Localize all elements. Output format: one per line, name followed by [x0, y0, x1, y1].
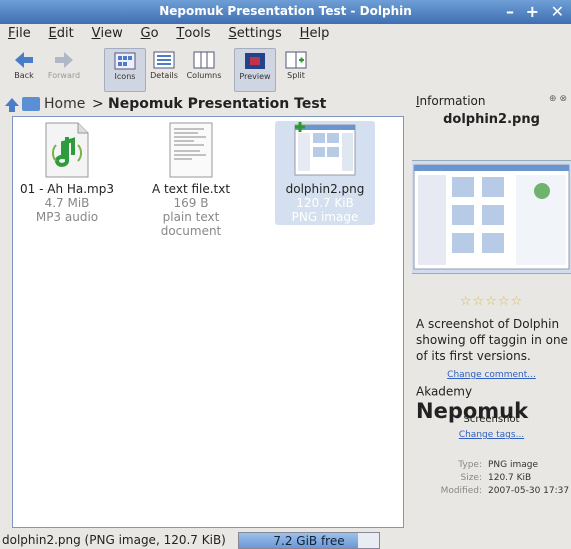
details-view-icon — [153, 51, 175, 69]
image-thumbnail-icon — [294, 122, 356, 176]
breadcrumb-home[interactable]: Home — [44, 96, 85, 112]
back-button[interactable]: Back — [4, 48, 44, 90]
image-preview — [412, 160, 571, 274]
file-name: 01 - Ah Ha.mp3 — [20, 182, 114, 196]
info-filename: dolphin2.png — [443, 112, 540, 127]
file-type: PNG image — [291, 210, 359, 224]
status-bar: dolphin2.png (PNG image, 120.7 KiB) 7.2 … — [0, 530, 571, 549]
change-comment-link[interactable]: Change comment... — [412, 370, 571, 380]
up-arrow-icon[interactable] — [4, 97, 20, 113]
file-view[interactable]: 01 - Ah Ha.mp3 4.7 MiB MP3 audio A text … — [12, 116, 404, 528]
split-button[interactable]: Split — [276, 48, 316, 90]
back-arrow-icon — [15, 52, 33, 68]
file-name: A text file.txt — [151, 182, 231, 196]
file-size: 4.7 MiB — [44, 196, 90, 210]
menu-go[interactable]: Go — [141, 26, 159, 41]
split-view-icon — [285, 51, 307, 69]
information-panel: Information ⊕ ⊗ dolphin2.png ☆☆☆☆☆ A scr… — [412, 94, 571, 534]
forward-button[interactable]: Forward — [44, 48, 84, 90]
home-folder-icon[interactable] — [22, 97, 40, 111]
file-type: plain text — [162, 210, 220, 224]
text-file-icon — [169, 122, 213, 178]
details-view-button[interactable]: Details — [144, 48, 184, 90]
file-name: dolphin2.png — [285, 182, 365, 196]
menu-bar: File Edit View Go Tools Settings Help — [0, 26, 335, 46]
info-panel-title: Information — [416, 94, 486, 108]
icons-view-button[interactable]: Icons — [104, 48, 146, 92]
close-icon[interactable]: ⊗ — [559, 94, 567, 104]
float-icon[interactable]: ⊕ — [549, 94, 557, 104]
breadcrumb-separator: > — [92, 96, 104, 112]
file-item-txt[interactable]: A text file.txt 169 B plain text documen… — [141, 121, 241, 238]
forward-arrow-icon — [55, 52, 73, 68]
menu-tools[interactable]: Tools — [176, 26, 210, 41]
panel-controls[interactable]: ⊕ ⊗ — [549, 94, 567, 104]
menu-edit[interactable]: Edit — [49, 26, 74, 41]
preview-button[interactable]: Preview — [234, 48, 276, 92]
prop-modified: Modified: 2007-05-30 17:37 — [440, 486, 570, 496]
change-tags-link[interactable]: Change tags... — [412, 430, 571, 440]
preview-image — [413, 164, 570, 270]
columns-view-icon — [193, 51, 215, 69]
menu-view[interactable]: View — [92, 26, 123, 41]
free-space-bar: 7.2 GiB free — [238, 532, 380, 549]
prop-type: Type: PNG image — [458, 460, 539, 470]
file-item-png[interactable]: dolphin2.png 120.7 KiB PNG image — [275, 121, 375, 225]
tag-akademy[interactable]: Akademy — [416, 385, 472, 399]
file-type: MP3 audio — [35, 210, 99, 224]
icons-view-icon — [114, 52, 136, 70]
columns-view-button[interactable]: Columns — [184, 48, 224, 90]
status-text: dolphin2.png (PNG image, 120.7 KiB) — [2, 533, 226, 547]
breadcrumb-current[interactable]: Nepomuk Presentation Test — [108, 96, 326, 112]
title-bar: Nepomuk Presentation Test - Dolphin – + … — [0, 0, 571, 24]
toolbar: Back Forward Icons Details Columns Previ… — [0, 48, 571, 92]
preview-icon — [245, 53, 265, 69]
file-comment: A screenshot of Dolphin showing off tagg… — [416, 317, 568, 363]
audio-file-icon — [45, 122, 89, 178]
file-properties: Type: PNG image Size: 120.7 KiB Modified: 2… — [412, 460, 571, 496]
window-controls[interactable]: – + ✕ — [506, 2, 567, 21]
rating-stars[interactable]: ☆☆☆☆☆ — [412, 294, 571, 309]
file-size: 120.7 KiB — [296, 196, 354, 210]
window-title: Nepomuk Presentation Test - Dolphin — [159, 4, 412, 18]
menu-file[interactable]: File — [8, 26, 31, 41]
file-type-continued: document — [160, 224, 222, 238]
file-item-mp3[interactable]: 01 - Ah Ha.mp3 4.7 MiB MP3 audio — [17, 121, 117, 224]
free-space-label: 7.2 GiB free — [273, 534, 345, 548]
file-size: 169 B — [173, 196, 209, 210]
menu-settings[interactable]: Settings — [229, 26, 282, 41]
menu-help[interactable]: Help — [300, 26, 330, 41]
tag-screenshot[interactable]: Screenshot — [412, 414, 571, 425]
breadcrumb: Home > Nepomuk Presentation Test — [0, 94, 405, 116]
prop-size: Size: 120.7 KiB — [460, 473, 532, 483]
